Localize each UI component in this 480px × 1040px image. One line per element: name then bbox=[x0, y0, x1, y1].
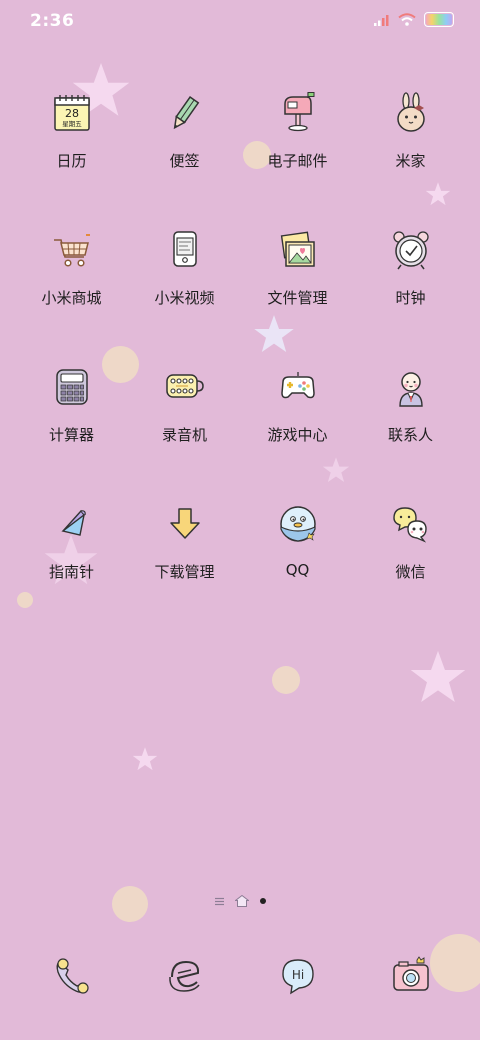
app-wechat[interactable]: 微信 bbox=[354, 503, 467, 613]
mijia-bunny-icon bbox=[397, 92, 425, 132]
phone-handset-icon[interactable] bbox=[51, 955, 93, 997]
page-indicator-home-icon[interactable] bbox=[234, 895, 249, 907]
camera-icon[interactable] bbox=[390, 955, 432, 997]
wifi-icon bbox=[398, 13, 416, 26]
messaging-hi-icon[interactable]: Hi bbox=[277, 955, 319, 997]
app-recorder[interactable]: 录音机 bbox=[128, 366, 241, 476]
wallpaper-star bbox=[410, 650, 466, 702]
calendar-icon: 28 星期五 bbox=[54, 95, 90, 131]
wallpaper-star bbox=[132, 747, 158, 771]
status-time: 2:36 bbox=[30, 11, 75, 31]
app-game-center[interactable]: 游戏中心 bbox=[241, 366, 354, 476]
app-email[interactable]: 电子邮件 bbox=[241, 92, 354, 202]
page-indicator[interactable] bbox=[0, 893, 480, 909]
app-notes[interactable]: 便签 bbox=[128, 92, 241, 202]
app-label: 游戏中心 bbox=[267, 426, 328, 444]
app-label: 便签 bbox=[169, 152, 200, 170]
app-label: 计算器 bbox=[48, 426, 94, 444]
app-label: 小米视频 bbox=[154, 289, 215, 307]
app-label: QQ bbox=[285, 561, 310, 579]
mailbox-icon bbox=[284, 92, 315, 132]
video-player-icon bbox=[173, 231, 197, 267]
compass-needle-icon bbox=[61, 509, 86, 536]
app-contacts[interactable]: 联系人 bbox=[354, 366, 467, 476]
battery-icon bbox=[424, 12, 454, 27]
alarm-clock-icon bbox=[393, 231, 429, 270]
wallpaper-dot bbox=[272, 666, 300, 694]
calendar-weekday: 星期五 bbox=[62, 120, 82, 128]
app-label: 录音机 bbox=[161, 426, 207, 444]
recorder-icon bbox=[166, 374, 204, 398]
wechat-bubbles-icon bbox=[393, 507, 427, 543]
signal-icon bbox=[374, 14, 389, 26]
app-compass[interactable]: 指南针 bbox=[15, 503, 128, 613]
app-mijia[interactable]: 米家 bbox=[354, 92, 467, 202]
app-label: 文件管理 bbox=[267, 289, 328, 307]
app-label: 米家 bbox=[395, 152, 426, 170]
status-bar: 2:36 bbox=[0, 0, 480, 44]
status-icons bbox=[374, 12, 454, 27]
app-mi-video[interactable]: 小米视频 bbox=[128, 229, 241, 339]
calculator-icon bbox=[56, 369, 88, 405]
page-indicator-list-icon[interactable] bbox=[214, 897, 224, 906]
contacts-person-icon bbox=[399, 372, 423, 407]
calendar-day: 28 bbox=[65, 107, 79, 120]
svg-text:Hi: Hi bbox=[292, 968, 304, 982]
download-arrow-icon bbox=[170, 508, 200, 539]
app-calendar[interactable]: 28 星期五 日历 bbox=[15, 92, 128, 202]
app-label: 联系人 bbox=[387, 426, 433, 444]
app-label: 日历 bbox=[56, 152, 87, 170]
file-photos-icon bbox=[280, 231, 315, 267]
app-qq[interactable]: QQ bbox=[241, 503, 354, 613]
notes-pencil-icon bbox=[173, 95, 200, 130]
app-mi-store[interactable]: 小米商城 bbox=[15, 229, 128, 339]
browser-e-icon[interactable] bbox=[164, 955, 206, 997]
app-downloads[interactable]: 下载管理 bbox=[128, 503, 241, 613]
gamepad-icon bbox=[281, 372, 315, 399]
page-indicator-current-dot[interactable] bbox=[259, 898, 266, 904]
qq-penguin-icon bbox=[280, 506, 316, 542]
app-clock[interactable]: 时钟 bbox=[354, 229, 467, 339]
app-label: 微信 bbox=[395, 563, 426, 581]
app-label: 指南针 bbox=[48, 563, 94, 581]
app-label: 下载管理 bbox=[154, 563, 215, 581]
dock: Hi bbox=[15, 955, 467, 1005]
app-label: 电子邮件 bbox=[267, 152, 328, 170]
app-label: 小米商城 bbox=[41, 289, 102, 307]
app-file-manager[interactable]: 文件管理 bbox=[241, 229, 354, 339]
app-calculator[interactable]: 计算器 bbox=[15, 366, 128, 476]
app-label: 时钟 bbox=[395, 289, 426, 307]
shopping-cart-icon bbox=[54, 234, 90, 267]
